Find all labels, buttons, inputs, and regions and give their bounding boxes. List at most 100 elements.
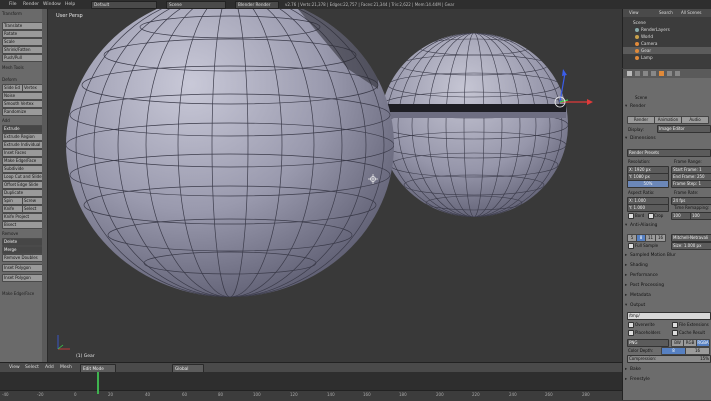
transform-manipulator[interactable] bbox=[554, 69, 593, 108]
placeholders-checkbox[interactable] bbox=[628, 330, 634, 336]
remove-doubles-button[interactable]: Remove Doubles bbox=[2, 254, 44, 262]
menu-render[interactable]: Render bbox=[23, 1, 39, 8]
border-checkbox[interactable] bbox=[628, 213, 634, 219]
subdivide-button[interactable]: Subdivide bbox=[2, 165, 44, 173]
spin-button[interactable]: Spin bbox=[2, 197, 23, 205]
layout-selector[interactable]: Default bbox=[91, 1, 157, 9]
render-engine-selector[interactable]: Blender Render bbox=[235, 1, 279, 9]
outliner-row-lamp[interactable]: Lamp bbox=[623, 54, 711, 61]
merge-menu[interactable]: Merge bbox=[2, 246, 44, 254]
render-button[interactable]: Render bbox=[627, 116, 655, 124]
playhead[interactable] bbox=[97, 372, 99, 394]
knife-project-button[interactable]: Knife Project bbox=[2, 213, 44, 221]
extrude-region-button[interactable]: Extrude Region bbox=[2, 133, 44, 141]
rgba-button[interactable]: RGBA bbox=[696, 339, 710, 347]
menu-add[interactable]: Add bbox=[45, 365, 54, 370]
inset-polygon-button-2[interactable]: Inset Polygon bbox=[2, 274, 44, 282]
scale-button[interactable]: Scale bbox=[2, 38, 44, 46]
outliner-row-renderlayers[interactable]: RenderLayers bbox=[623, 26, 711, 33]
outliner-row-scene[interactable]: Scene bbox=[623, 19, 711, 26]
section-transform[interactable]: Transform bbox=[2, 11, 22, 16]
menu-select[interactable]: Select bbox=[25, 365, 39, 370]
outliner-row-camera[interactable]: Camera bbox=[623, 40, 711, 47]
knife-button[interactable]: Knife bbox=[2, 205, 23, 213]
resolution-percent-slider[interactable]: 50% bbox=[627, 180, 669, 188]
properties-editor[interactable]: Scene ▾ Render Render Animation Audio Dis… bbox=[622, 69, 711, 400]
output-panel-header[interactable]: ▾ Output bbox=[625, 302, 710, 309]
menu-file[interactable]: File bbox=[9, 1, 17, 8]
loop-cut-button[interactable]: Loop Cut and Slide bbox=[2, 173, 44, 181]
outliner-tab-view[interactable]: View bbox=[629, 10, 639, 15]
freestyle-panel-header[interactable]: ▸ Freestyle bbox=[625, 376, 710, 383]
animation-button[interactable]: Animation bbox=[654, 116, 682, 124]
aa-16-button[interactable]: 16 bbox=[655, 234, 666, 242]
inset-polygon-button[interactable]: Inset Polygon bbox=[2, 264, 44, 272]
knife-select-button[interactable]: Select bbox=[22, 205, 43, 213]
scene-tab-icon[interactable] bbox=[643, 71, 648, 76]
vertex-slide-button[interactable]: Vertex bbox=[22, 84, 43, 92]
anti-aliasing-panel-header[interactable]: ▾ Anti-Aliasing bbox=[625, 222, 710, 229]
frame-step-field[interactable]: Frame Step: 1 bbox=[671, 180, 711, 188]
audio-button[interactable]: Audio bbox=[681, 116, 709, 124]
offset-edge-slide-button[interactable]: Offset Edge Slide bbox=[2, 181, 44, 189]
outliner-row-gear[interactable]: Gear bbox=[623, 47, 711, 54]
shrink-fatten-button[interactable]: Shrink/Fatten bbox=[2, 46, 44, 54]
duplicate-button[interactable]: Duplicate bbox=[2, 189, 44, 197]
extrude-menu[interactable]: Extrude bbox=[2, 125, 44, 133]
full-sample-checkbox[interactable] bbox=[628, 243, 634, 249]
menu-view[interactable]: View bbox=[9, 365, 20, 370]
3d-viewport[interactable] bbox=[48, 9, 622, 362]
slide-edge-button[interactable]: Slide Ed bbox=[2, 84, 23, 92]
time-remap-old-field[interactable]: 100 bbox=[671, 212, 692, 220]
render-tab-icon[interactable] bbox=[627, 71, 632, 76]
bake-panel-header[interactable]: ▸ Bake bbox=[625, 366, 710, 373]
randomize-button[interactable]: Randomize bbox=[2, 108, 44, 116]
tool-shelf-tabs[interactable] bbox=[42, 9, 47, 362]
overwrite-checkbox[interactable] bbox=[628, 322, 634, 328]
render-panel-header[interactable]: ▾ Render bbox=[625, 103, 710, 110]
object-tab-icon[interactable] bbox=[659, 71, 664, 76]
make-edge-face-button[interactable]: Make Edge/Face bbox=[2, 157, 44, 165]
translate-button[interactable]: Translate bbox=[2, 22, 44, 30]
smooth-vertex-button[interactable]: Smooth Vertex bbox=[2, 100, 44, 108]
rotate-button[interactable]: Rotate bbox=[2, 30, 44, 38]
bisect-button[interactable]: Bisect bbox=[2, 221, 44, 229]
aspect-y-field[interactable]: Y: 1.000 bbox=[627, 204, 669, 212]
push-pull-button[interactable]: Push/Pull bbox=[2, 54, 44, 62]
modifier-tab-icon[interactable] bbox=[667, 71, 672, 76]
output-path-field[interactable]: /tmp/ bbox=[627, 312, 711, 320]
delete-menu[interactable]: Delete bbox=[2, 238, 44, 246]
world-tab-icon[interactable] bbox=[651, 71, 656, 76]
dimensions-panel-header[interactable]: ▾ Dimensions bbox=[625, 135, 710, 142]
screw-button[interactable]: Screw bbox=[22, 197, 43, 205]
outliner-row-world[interactable]: World bbox=[623, 33, 711, 40]
scene-selector[interactable]: Scene bbox=[166, 1, 226, 9]
menu-window[interactable]: Window bbox=[43, 1, 61, 8]
material-tab-icon[interactable] bbox=[675, 71, 680, 76]
outliner-tab-all-scenes[interactable]: All Scenes bbox=[681, 10, 702, 15]
time-remap-new-field[interactable]: 100 bbox=[690, 212, 711, 220]
aa-filter-selector[interactable]: Mitchell-Netravali bbox=[671, 234, 711, 242]
render-layers-tab-icon[interactable] bbox=[635, 71, 640, 76]
motion-blur-panel-header[interactable]: ▸ Sampled Motion Blur bbox=[625, 252, 710, 259]
cache-result-checkbox[interactable] bbox=[672, 330, 678, 336]
shading-panel-header[interactable]: ▸ Shading bbox=[625, 262, 710, 269]
menu-help[interactable]: Help bbox=[65, 1, 75, 8]
section-mesh-tools[interactable]: Mesh Tools bbox=[2, 65, 24, 70]
noise-button[interactable]: Noise bbox=[2, 92, 44, 100]
file-extensions-checkbox[interactable] bbox=[672, 322, 678, 328]
rgb-button[interactable]: RGB bbox=[683, 339, 697, 347]
metadata-panel-header[interactable]: ▸ Metadata bbox=[625, 292, 710, 299]
inset-faces-button[interactable]: Inset Faces bbox=[2, 149, 44, 157]
render-presets-selector[interactable]: Render Presets bbox=[627, 149, 711, 157]
extrude-individual-button[interactable]: Extrude Individual bbox=[2, 141, 44, 149]
performance-panel-header[interactable]: ▸ Performance bbox=[625, 272, 710, 279]
frame-rate-selector[interactable]: 24 fps bbox=[671, 197, 711, 205]
depth-8-button[interactable]: 8 bbox=[661, 347, 686, 355]
menu-mesh[interactable]: Mesh bbox=[60, 365, 72, 370]
outliner-tab-search[interactable]: Search bbox=[659, 10, 673, 15]
filter-size-field[interactable]: Size: 1.000 px bbox=[671, 242, 711, 250]
post-processing-panel-header[interactable]: ▸ Post Processing bbox=[625, 282, 710, 289]
file-format-selector[interactable]: PNG bbox=[627, 339, 669, 347]
sphere-left[interactable] bbox=[66, 9, 394, 297]
